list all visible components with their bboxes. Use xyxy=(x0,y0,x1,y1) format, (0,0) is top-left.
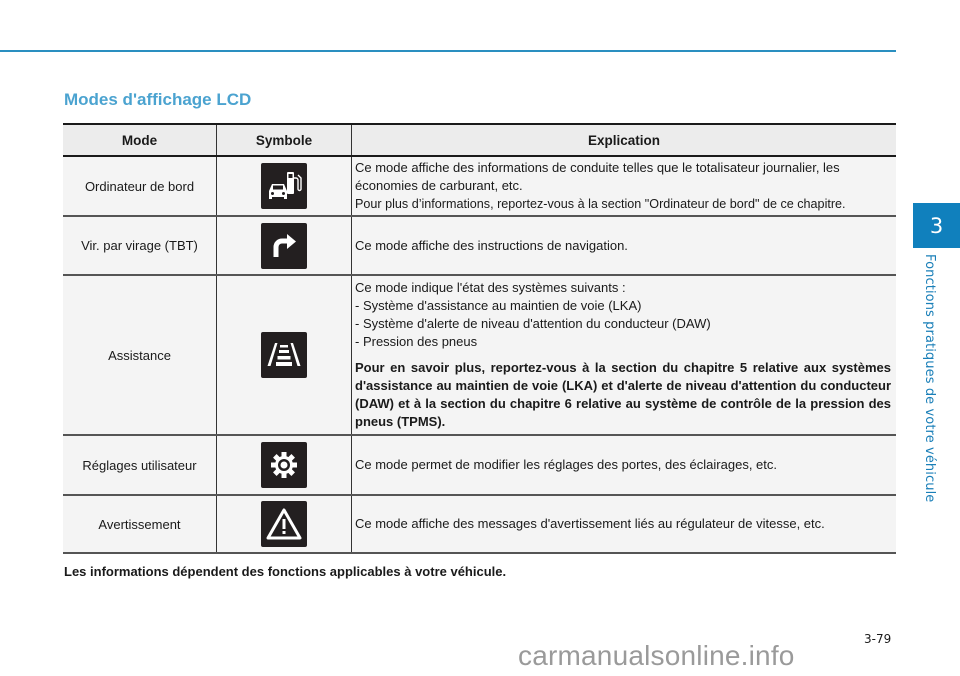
table-row: Assistance Ce mode indique l'état des sy… xyxy=(63,275,896,436)
symbol-cell xyxy=(216,435,352,496)
mode-cell: Vir. par virage (TBT) xyxy=(63,216,217,276)
explanation-line: - Pression des pneus xyxy=(355,334,478,349)
table-row: Vir. par virage (TBT) Ce mode affiche de… xyxy=(63,216,896,276)
header-explanation: Explication xyxy=(351,123,896,157)
top-rule xyxy=(0,50,896,52)
chapter-number: 3 xyxy=(929,213,944,238)
table-header-row: Mode Symbole Explication xyxy=(63,123,896,157)
turn-right-arrow-icon xyxy=(261,222,307,269)
symbol-cell xyxy=(216,156,352,217)
explanation-line: Pour plus d’informations, reportez-vous … xyxy=(355,197,846,211)
explanation-line: Ce mode affiche des instructions de navi… xyxy=(355,237,628,253)
symbol-cell xyxy=(216,495,352,554)
explanation-cell: Ce mode permet de modifier les réglages … xyxy=(351,435,896,496)
lcd-modes-table: Mode Symbole Explication Ordinateur de b… xyxy=(63,123,896,554)
table-row: Réglages utilisateur Ce mode permet de m… xyxy=(63,435,896,496)
mode-cell: Ordinateur de bord xyxy=(63,156,217,217)
explanation-note: Pour en savoir plus, reportez-vous à la … xyxy=(355,360,891,429)
chapter-label: Fonctions pratiques de votre véhicule xyxy=(922,254,937,503)
explanation-line: - Système d'alerte de niveau d'attention… xyxy=(355,316,711,331)
warning-triangle-icon xyxy=(261,501,307,547)
header-symbol: Symbole xyxy=(216,123,352,157)
trip-computer-icon xyxy=(261,163,307,209)
explanation-line: Ce mode affiche des messages d'avertisse… xyxy=(355,516,825,531)
mode-cell: Réglages utilisateur xyxy=(63,435,217,496)
symbol-cell xyxy=(216,216,352,276)
symbol-cell xyxy=(216,275,352,436)
explanation-cell: Ce mode indique l'état des systèmes suiv… xyxy=(351,275,896,436)
explanation-line: Ce mode affiche des informations de cond… xyxy=(355,160,840,193)
gear-icon xyxy=(261,442,307,488)
explanation-line: - Système d'assistance au maintien de vo… xyxy=(355,298,642,313)
table-row: Avertissement Ce mode affiche des messag… xyxy=(63,495,896,554)
page-number: 3-79 xyxy=(864,632,892,646)
table-row: Ordinateur de bord Ce mode affiche des i… xyxy=(63,156,896,217)
watermark: carmanualsonline.info xyxy=(518,640,795,671)
lane-assist-icon xyxy=(261,332,307,378)
header-mode: Mode xyxy=(63,123,217,157)
explanation-cell: Ce mode affiche des informations de cond… xyxy=(351,156,896,217)
explanation-cell: Ce mode affiche des instructions de navi… xyxy=(351,216,896,276)
explanation-line: Ce mode indique l'état des systèmes suiv… xyxy=(355,280,626,295)
mode-cell: Avertissement xyxy=(63,495,217,554)
section-title: Modes d'affichage LCD xyxy=(64,90,252,109)
explanation-line: Ce mode permet de modifier les réglages … xyxy=(355,457,777,472)
footnote: Les informations dépendent des fonctions… xyxy=(64,564,507,579)
chapter-tab[interactable]: 3 xyxy=(913,203,960,248)
explanation-cell: Ce mode affiche des messages d'avertisse… xyxy=(351,495,896,554)
mode-cell: Assistance xyxy=(63,275,217,436)
